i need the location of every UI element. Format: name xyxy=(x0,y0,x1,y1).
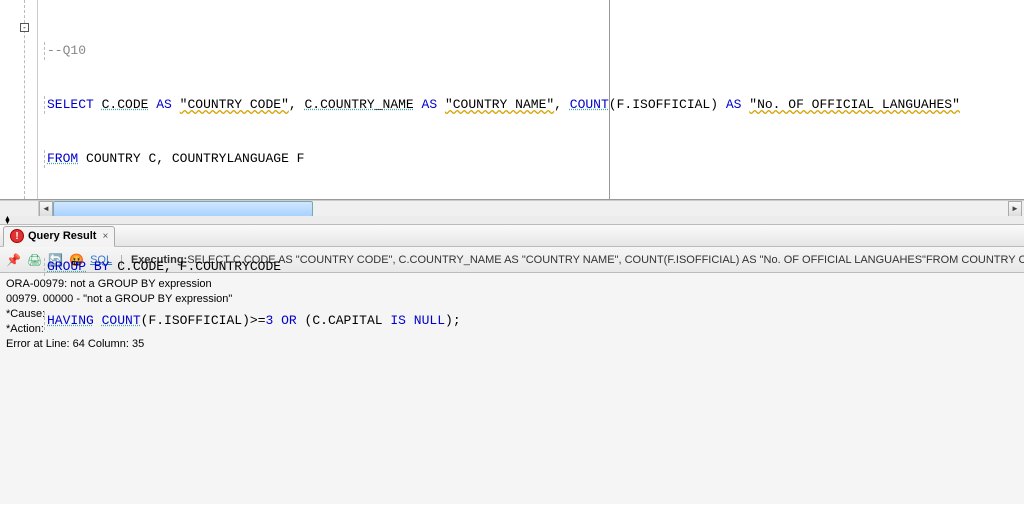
pin-icon[interactable]: 📌 xyxy=(6,252,21,268)
tab-query-result[interactable]: ! Query Result × xyxy=(3,226,115,247)
tab-label: Query Result xyxy=(28,230,96,242)
scroll-left-icon[interactable]: ◄ xyxy=(39,201,53,217)
scroll-right-icon[interactable]: ► xyxy=(1008,201,1022,217)
comment: --Q10 xyxy=(47,43,86,58)
editor-hscrollbar[interactable]: ◄ ► xyxy=(0,200,1024,216)
close-icon[interactable]: × xyxy=(100,231,108,242)
pane-splitter[interactable]: ▲ ▼ xyxy=(0,216,1024,224)
chevron-down-icon[interactable]: ▼ xyxy=(4,219,11,226)
editor-gutter: - xyxy=(0,0,38,199)
sql-editor[interactable]: - --Q10 SELECT C.CODE AS "COUNTRY CODE",… xyxy=(0,0,1024,200)
scroll-thumb[interactable] xyxy=(53,201,313,217)
fold-toggle-icon[interactable]: - xyxy=(20,23,29,32)
print-icon[interactable]: 🖨 xyxy=(27,252,42,268)
code-block[interactable]: --Q10 SELECT C.CODE AS "COUNTRY CODE", C… xyxy=(38,0,1024,199)
error-badge-icon: ! xyxy=(10,229,24,243)
editor-split-divider[interactable] xyxy=(609,0,610,199)
